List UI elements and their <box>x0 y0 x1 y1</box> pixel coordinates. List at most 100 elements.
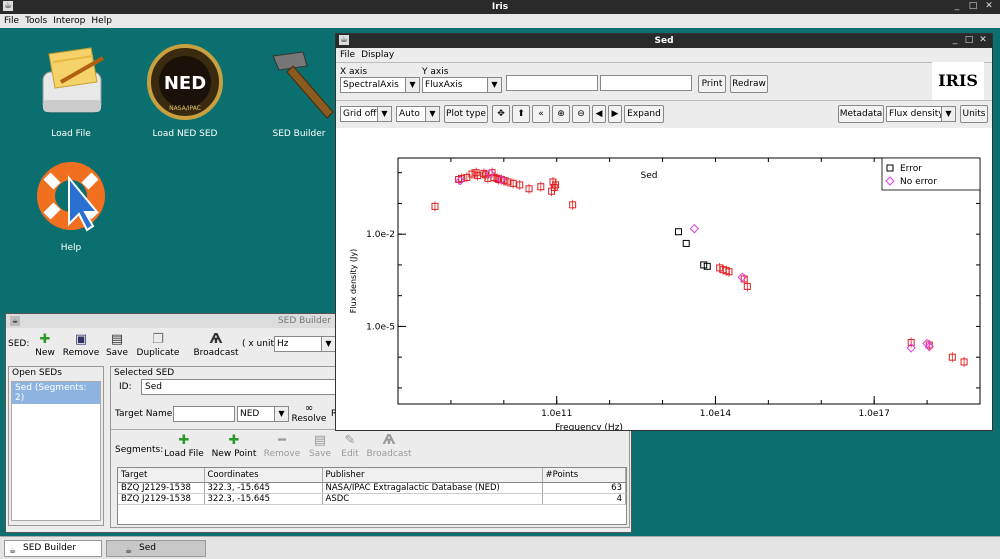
plot-area[interactable]: 1.0e11 1.0e14 1.0e17 1.0e-2 1.0e-5 Frequency … <box>336 128 992 433</box>
cell-publisher: ASDC <box>322 493 543 505</box>
xaxis-label: X axis <box>340 67 368 77</box>
lifebuoy-cursor-icon <box>37 162 105 232</box>
target-source-dropdown[interactable]: NED ▼ <box>237 406 289 422</box>
duplicate-sed-button[interactable]: ❐ Duplicate <box>134 332 182 358</box>
sed-menu-file[interactable]: File <box>340 48 355 62</box>
cell-target: BZQ J2129-1538 <box>118 482 205 494</box>
xunit-label: ( x unit <box>242 339 274 349</box>
cell-coordinates: 322.3, -15.645 <box>204 482 323 494</box>
zoom-in-icon[interactable]: ⊕ <box>552 105 570 123</box>
xaxis-value: SpectralAxis <box>343 80 399 90</box>
divider <box>111 429 341 430</box>
minimize-icon[interactable]: _ <box>952 1 962 11</box>
chevron-down-icon: ▼ <box>425 107 439 121</box>
iris-logo: IRIS <box>932 62 984 100</box>
next-icon[interactable]: ▶ <box>608 105 622 123</box>
ned-ring-text: NASA/IPAC <box>169 105 201 112</box>
open-seds-panel: Open SEDs Sed (Segments: 2) <box>8 366 104 526</box>
xaxis-dropdown[interactable]: SpectralAxis ▼ <box>340 77 420 93</box>
xunit-value: Hz <box>277 339 289 349</box>
taskbar-label-sed: Sed <box>139 543 156 553</box>
yaxis-range-field[interactable] <box>600 75 692 91</box>
col-points[interactable]: #Points <box>542 468 626 483</box>
close-icon[interactable]: ✕ <box>984 1 994 11</box>
col-publisher[interactable]: Publisher <box>322 468 543 483</box>
plot-type-button[interactable]: Plot type <box>444 105 488 123</box>
metadata-button[interactable]: Metadata <box>838 105 884 123</box>
sed-builder-title: SED Builder <box>277 316 331 326</box>
scale-up-icon[interactable]: ⬆ <box>512 105 530 123</box>
cell-points: 4 <box>542 493 626 505</box>
yaxis-value: FluxAxis <box>425 80 463 90</box>
cell-target: BZQ J2129-1538 <box>118 493 205 505</box>
menu-help[interactable]: Help <box>91 14 112 28</box>
desktop-icon-help[interactable]: Help <box>16 156 126 253</box>
taskbar-item-sed-builder[interactable]: ☕ SED Builder <box>4 540 102 557</box>
zoom-out-icon[interactable]: ⊖ <box>572 105 590 123</box>
menu-tools[interactable]: Tools <box>25 14 47 28</box>
copy-icon: ❐ <box>152 332 164 347</box>
col-target[interactable]: Target <box>118 468 205 483</box>
x-axis-label: Frequency (Hz) <box>555 423 623 430</box>
y-tick-label: 1.0e-5 <box>366 322 395 332</box>
sed-menu-display[interactable]: Display <box>361 48 394 62</box>
xaxis-range-field[interactable] <box>506 75 598 91</box>
close-icon[interactable]: ✕ <box>978 35 988 45</box>
iris-menubar: File Tools Interop Help <box>0 14 1000 28</box>
minimize-icon[interactable]: _ <box>950 35 960 45</box>
broadcast-sed-label: Broadcast <box>193 348 239 358</box>
remove-segment-button[interactable]: ━ Remove <box>261 433 303 459</box>
load-file-segment-button[interactable]: ✚ Load File <box>163 433 205 459</box>
sed-chart[interactable]: 1.0e11 1.0e14 1.0e17 1.0e-2 1.0e-5 Frequency … <box>336 128 992 433</box>
x-tick-label: 1.0e17 <box>859 409 890 419</box>
units-button[interactable]: Units <box>960 105 988 123</box>
scale-left-icon[interactable]: « <box>532 105 550 123</box>
menu-interop[interactable]: Interop <box>53 14 85 28</box>
y-axis-label: Flux density (Jy) <box>349 249 358 313</box>
floppy-icon: ▤ <box>110 332 124 347</box>
broadcast-segment-label: Broadcast <box>366 449 412 459</box>
target-name-label: Target Name: <box>115 409 176 419</box>
broadcast-sed-button[interactable]: Ѧ Broadcast <box>192 332 240 358</box>
hard-drive-folder-icon <box>42 47 104 113</box>
maximize-icon[interactable]: □ <box>968 1 978 11</box>
chart-title: Sed <box>641 171 658 181</box>
open-seds-title: Open SEDs <box>12 368 62 378</box>
java-window-icon: ☕ <box>9 546 17 555</box>
taskbar-item-sed[interactable]: ☕ Sed <box>106 540 206 557</box>
print-button[interactable]: Print <box>698 75 726 93</box>
divider <box>336 62 992 63</box>
x-tick-label: 1.0e11 <box>541 409 572 419</box>
redraw-button[interactable]: Redraw <box>730 75 768 93</box>
desktop-icon-load-file[interactable]: Load File <box>16 42 126 139</box>
table-row[interactable]: BZQ J2129-1538 322.3, -15.645 NASA/IPAC … <box>118 482 626 494</box>
new-point-button[interactable]: ✚ New Point <box>211 433 257 459</box>
table-row[interactable]: BZQ J2129-1538 322.3, -15.645 ASDC 4 <box>118 493 626 505</box>
xunit-dropdown[interactable]: Hz ▼ <box>274 336 336 352</box>
hammer-icon <box>272 51 334 119</box>
iris-titlebar: Iris <box>0 0 1000 14</box>
sed-window: Sed ☕ _ □ ✕ File Display X axis Spectral… <box>335 33 993 433</box>
expand-button[interactable]: Expand <box>624 105 664 123</box>
grid-dropdown[interactable]: Grid off ▼ <box>340 106 392 122</box>
menu-file[interactable]: File <box>4 14 19 28</box>
maximize-icon[interactable]: □ <box>964 35 974 45</box>
segments-table: Target Coordinates Publisher #Points BZQ… <box>118 468 626 505</box>
flux-density-value: Flux density <box>889 109 944 119</box>
col-coordinates[interactable]: Coordinates <box>204 468 323 483</box>
id-field[interactable]: Sed <box>141 379 341 395</box>
open-sed-item[interactable]: Sed (Segments: 2) <box>12 382 100 404</box>
flux-density-dropdown[interactable]: Flux density ▼ <box>886 106 956 122</box>
broadcast-segment-button[interactable]: Ѧ Broadcast <box>363 433 415 459</box>
target-name-field[interactable] <box>173 406 235 422</box>
load-file-segment-label: Load File <box>164 449 204 459</box>
previous-icon[interactable]: ◀ <box>592 105 606 123</box>
save-sed-button[interactable]: ▤ Save <box>96 332 138 358</box>
taskbar: ☕ SED Builder ☕ Sed <box>0 536 1000 559</box>
pan-icon[interactable]: ✥ <box>492 105 510 123</box>
remove-segment-label: Remove <box>263 449 301 459</box>
auto-dropdown[interactable]: Auto ▼ <box>396 106 440 122</box>
desktop-icon-load-ned-sed[interactable]: NED NASA/IPAC Load NED SED <box>130 42 240 139</box>
resolve-button[interactable]: ∞ Resolve <box>291 403 327 424</box>
yaxis-dropdown[interactable]: FluxAxis ▼ <box>422 77 502 93</box>
